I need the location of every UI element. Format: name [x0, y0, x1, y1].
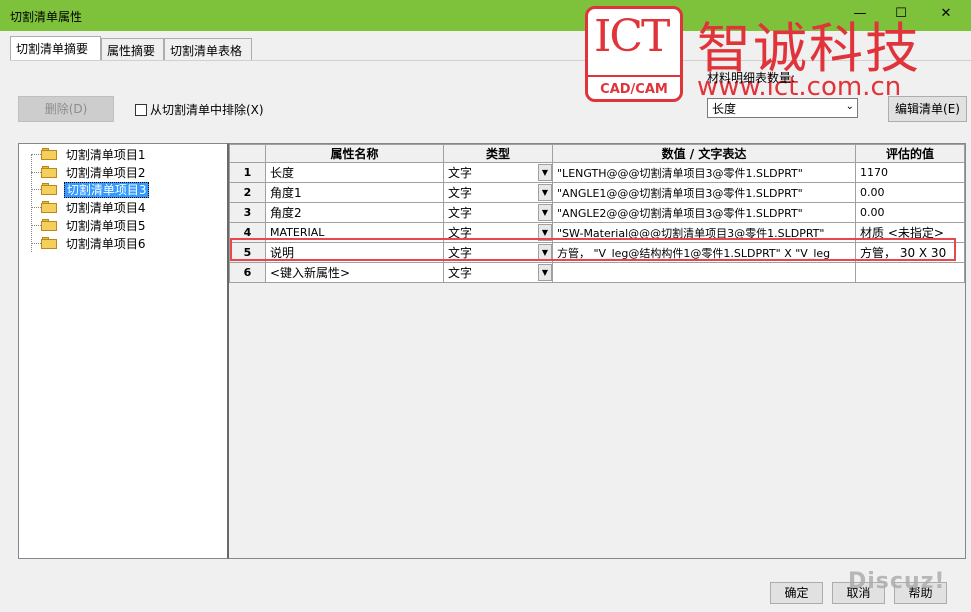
window-title: 切割清单属性: [10, 10, 83, 24]
exclude-checkbox-label: 从切割清单中排除(X): [150, 103, 264, 117]
tab-cutlist-table[interactable]: 切割清单表格: [164, 38, 252, 60]
column-header[interactable]: 类型: [443, 144, 553, 163]
folder-icon: [41, 148, 57, 160]
property-table: 属性名称 类型 数值 / 文字表达 评估的值 1 长度 文字 ▼ "LENGTH@…: [229, 144, 965, 283]
folder-icon: [41, 183, 57, 195]
expression-cell[interactable]: "ANGLE1@@@切割清单项目3@零件1.SLDPRT": [552, 182, 856, 203]
tree-item[interactable]: 切割清单项目6: [31, 235, 147, 252]
chevron-down-icon[interactable]: ▼: [538, 184, 552, 201]
minimize-icon[interactable]: —: [852, 6, 868, 22]
tree-item-label: 切割清单项目4: [65, 201, 146, 215]
type-cell[interactable]: 文字 ▼: [443, 162, 553, 183]
expression-cell[interactable]: [552, 262, 856, 283]
row-number[interactable]: 4: [229, 222, 266, 243]
column-header[interactable]: 属性名称: [265, 144, 444, 163]
chevron-down-icon: ⌄: [845, 101, 854, 112]
tree-item-label: 切割清单项目2: [65, 166, 146, 180]
tree-item-label: 切割清单项目1: [65, 148, 146, 162]
type-value: 文字: [448, 166, 473, 180]
ok-button[interactable]: 确定: [770, 582, 823, 604]
property-name-cell[interactable]: 角度2: [265, 202, 444, 223]
property-name-cell[interactable]: MATERIAL: [265, 222, 444, 243]
type-cell[interactable]: 文字 ▼: [443, 222, 553, 243]
type-value: 文字: [448, 186, 473, 200]
tree-item-label: 切割清单项目3: [63, 182, 150, 198]
chevron-down-icon[interactable]: ▼: [538, 244, 552, 261]
property-name-cell[interactable]: 角度1: [265, 182, 444, 203]
type-cell[interactable]: 文字 ▼: [443, 202, 553, 223]
qty-select[interactable]: 长度 ⌄: [707, 98, 858, 118]
evaluated-value-cell: 0.00: [855, 182, 965, 203]
evaluated-value-cell: 材质 <未指定>: [855, 222, 965, 243]
delete-button[interactable]: 删除(D): [18, 96, 114, 122]
exclude-checkbox[interactable]: [135, 104, 147, 116]
row-number[interactable]: 2: [229, 182, 266, 203]
row-number[interactable]: 6: [229, 262, 266, 283]
table-row: 5 说明 文字 ▼ 方管， "V_leg@结构构件1@零件1.SLDPRT" X …: [229, 242, 965, 263]
chevron-down-icon[interactable]: ▼: [538, 264, 552, 281]
evaluated-value-cell: 1170: [855, 162, 965, 183]
evaluated-value-cell: 方管， 30 X 30: [855, 242, 965, 263]
row-number[interactable]: 3: [229, 202, 266, 223]
cutlist-tree: 切割清单项目1 切割清单项目2 切割清单项目3 切割清单项目4 切割清单项目5 …: [18, 143, 228, 559]
table-row: 1 长度 文字 ▼ "LENGTH@@@切割清单项目3@零件1.SLDPRT" 1…: [229, 162, 965, 183]
table-row: 4 MATERIAL 文字 ▼ "SW-Material@@@切割清单项目3@零件…: [229, 222, 965, 243]
folder-icon: [41, 166, 57, 178]
row-number[interactable]: 5: [229, 242, 266, 263]
tree-item-label: 切割清单项目5: [65, 219, 146, 233]
evaluated-value-cell: [855, 262, 965, 283]
type-value: 文字: [448, 266, 473, 280]
table-row: 3 角度2 文字 ▼ "ANGLE2@@@切割清单项目3@零件1.SLDPRT" …: [229, 202, 965, 223]
chevron-down-icon[interactable]: ▼: [538, 224, 552, 241]
table-row: 6 <键入新属性> 文字 ▼: [229, 262, 965, 283]
folder-icon: [41, 219, 57, 231]
property-grid: 属性名称 类型 数值 / 文字表达 评估的值 1 长度 文字 ▼ "LENGTH@…: [227, 143, 966, 559]
type-cell[interactable]: 文字 ▼: [443, 262, 553, 283]
maximize-icon[interactable]: ☐: [893, 6, 909, 22]
table-header-row: 属性名称 类型 数值 / 文字表达 评估的值: [229, 144, 965, 163]
tree-connector: [31, 154, 32, 252]
tab-cutlist-summary[interactable]: 切割清单摘要: [10, 36, 101, 61]
property-name-cell[interactable]: 说明: [265, 242, 444, 263]
property-name-cell[interactable]: 长度: [265, 162, 444, 183]
folder-icon: [41, 237, 57, 249]
column-header[interactable]: 数值 / 文字表达: [552, 144, 856, 163]
new-property-cell[interactable]: <键入新属性>: [265, 262, 444, 283]
tree-item[interactable]: 切割清单项目2: [31, 164, 147, 181]
expression-cell[interactable]: "SW-Material@@@切割清单项目3@零件1.SLDPRT": [552, 222, 856, 243]
edit-list-button[interactable]: 编辑清单(E): [888, 96, 967, 122]
chevron-down-icon[interactable]: ▼: [538, 204, 552, 221]
expression-cell[interactable]: 方管， "V_leg@结构构件1@零件1.SLDPRT" X "V_leg: [552, 242, 856, 263]
chevron-down-icon[interactable]: ▼: [538, 164, 552, 181]
tree-item[interactable]: 切割清单项目1: [31, 146, 147, 163]
type-value: 文字: [448, 206, 473, 220]
table-row: 2 角度1 文字 ▼ "ANGLE1@@@切割清单项目3@零件1.SLDPRT" …: [229, 182, 965, 203]
tree-item-label: 切割清单项目6: [65, 237, 146, 251]
column-header[interactable]: 评估的值: [855, 144, 965, 163]
tab-property-summary[interactable]: 属性摘要: [101, 38, 164, 60]
exclude-checkbox-row[interactable]: 从切割清单中排除(X): [135, 101, 264, 118]
title-bar: 切割清单属性 — ☐ ✕: [0, 0, 971, 31]
tree-item[interactable]: 切割清单项目4: [31, 199, 147, 216]
qty-label: 材料明细表数量:: [707, 71, 796, 85]
grid-corner: [229, 144, 266, 163]
tree-item[interactable]: 切割清单项目3: [31, 181, 150, 198]
expression-cell[interactable]: "ANGLE2@@@切割清单项目3@零件1.SLDPRT": [552, 202, 856, 223]
expression-cell[interactable]: "LENGTH@@@切割清单项目3@零件1.SLDPRT": [552, 162, 856, 183]
folder-icon: [41, 201, 57, 213]
row-number[interactable]: 1: [229, 162, 266, 183]
type-cell[interactable]: 文字 ▼: [443, 182, 553, 203]
qty-select-value: 长度: [712, 102, 737, 116]
watermark-text: Discuz!: [848, 569, 946, 594]
tree-item[interactable]: 切割清单项目5: [31, 217, 147, 234]
evaluated-value-cell: 0.00: [855, 202, 965, 223]
type-value: 文字: [448, 226, 473, 240]
type-cell[interactable]: 文字 ▼: [443, 242, 553, 263]
type-value: 文字: [448, 246, 473, 260]
close-icon[interactable]: ✕: [938, 6, 954, 22]
